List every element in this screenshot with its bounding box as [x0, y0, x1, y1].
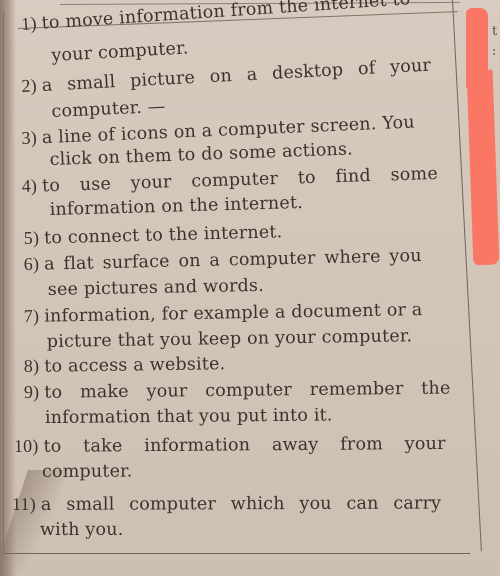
item-text: a small computer which you can carry: [40, 493, 442, 515]
item-text: your computer.: [50, 38, 190, 66]
item-text: to connect to the internet.: [43, 222, 283, 249]
item-number: 2): [20, 75, 38, 97]
item-number: 1): [20, 13, 38, 35]
item-text: with you.: [39, 519, 124, 540]
item-number: 4): [21, 175, 38, 197]
item-text: picture that you keep on your computer.: [46, 326, 413, 352]
textbook-page-photo: t : 1) to move information from the inter…: [0, 0, 500, 576]
item-text: computer. —: [51, 96, 166, 122]
list-item-4-cont: information on the internet.: [49, 193, 303, 220]
item-number: 10): [13, 435, 39, 457]
list-item-5: 5) to connect to the internet.: [23, 221, 282, 249]
item-number: 3): [21, 127, 38, 149]
item-number: 7): [23, 305, 40, 327]
list-item-6: 6) a flat surface on a computer where you: [24, 245, 422, 275]
list-item-9-cont: information that you put into it.: [45, 405, 333, 428]
list-item-2-cont: computer. —: [51, 97, 166, 122]
item-text: see pictures and words.: [47, 275, 265, 300]
list-item-7-cont: picture that you keep on your computer.: [47, 326, 413, 352]
item-text: a flat surface on a computer where you: [43, 245, 422, 275]
item-text: information, for example a document or a: [44, 300, 423, 327]
list-item-6-cont: see pictures and words.: [48, 276, 264, 300]
list-item-10-cont: computer.: [42, 462, 133, 482]
list-item-8: 8) to access a website.: [24, 353, 226, 377]
item-text: to make your computer remember the: [44, 378, 451, 403]
item-number: 5): [23, 227, 40, 249]
list-item-11: 11) a small computer which you can carry: [12, 493, 441, 515]
item-text: information on the internet.: [49, 192, 304, 220]
list-item-1-cont: your computer.: [51, 38, 189, 66]
list-item-7: 7) information, for example a document or…: [24, 299, 423, 327]
item-text: to move information from the internet to: [41, 0, 412, 34]
list-item-11-cont: with you.: [40, 520, 124, 540]
item-text: to take information away from your: [43, 433, 446, 457]
item-text: computer.: [41, 461, 133, 482]
list-item-1: 1) to move information from the internet …: [21, 0, 411, 35]
list-item-9: 9) to make your computer remember the: [24, 378, 451, 403]
definitions-list: 1) to move information from the internet …: [0, 0, 500, 576]
item-number: 8): [23, 355, 40, 377]
item-text: to use your computer to find some: [41, 163, 439, 197]
item-number: 6): [23, 253, 40, 275]
list-item-10: 10) to take information away from your: [14, 433, 446, 457]
item-number: 9): [23, 381, 40, 403]
item-text: to access a website.: [44, 354, 226, 377]
item-number: 11): [11, 493, 36, 514]
item-text: information that you put into it.: [44, 405, 333, 428]
